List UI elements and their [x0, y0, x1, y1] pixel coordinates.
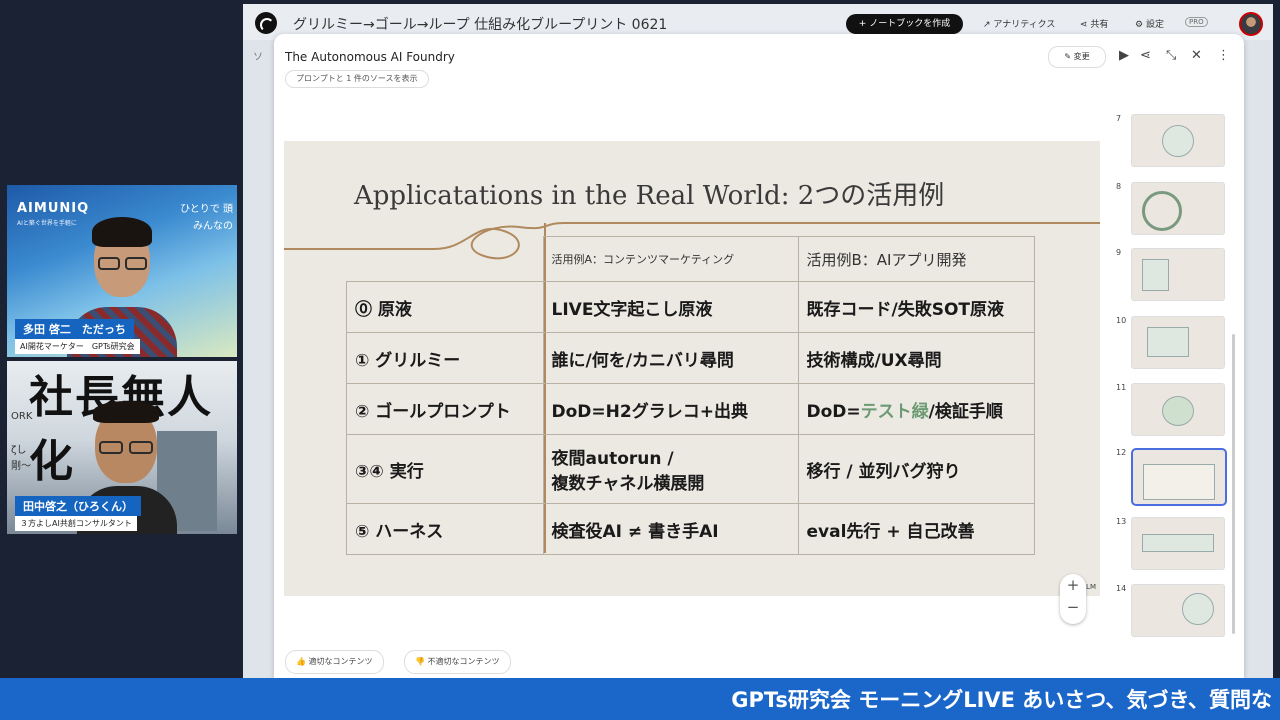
- webcam-host-2: 社長無人化 ORK ζし 剛～ 田中啓之（ひろくん） ３方よしAI共創コンサルタ…: [7, 361, 237, 534]
- banner-text: GPTs研究会 モーニングLIVE あいさつ、気づき、質問な: [731, 688, 1272, 712]
- cell-b-prefix: DoD=: [806, 401, 861, 422]
- row-label: ① グリルミー: [346, 332, 544, 384]
- bad-content-label: 不適切なコンテンツ: [427, 657, 500, 666]
- share-button[interactable]: ⋖ 共有: [1080, 17, 1108, 30]
- play-icon[interactable]: ▶: [1119, 48, 1129, 63]
- thumb-number: 11: [1116, 383, 1127, 392]
- slide-thumbnail-7[interactable]: [1131, 114, 1225, 167]
- header-use-case-b: 活用例B：AIアプリ開発: [797, 236, 1035, 282]
- thumb-number: 7: [1116, 114, 1122, 123]
- cell-a: LIVE文字起こし原液: [542, 281, 799, 333]
- slide-viewer-panel: The Autonomous AI Foundry プロンプトと 1 件のソース…: [274, 34, 1244, 678]
- background-text-3: 剛～: [11, 461, 31, 472]
- settings-label: 設定: [1145, 20, 1164, 30]
- cell-a: DoD=H2グラレコ+出典: [542, 383, 799, 435]
- cell-a: 誰に/何を/カニバリ尋問: [542, 332, 799, 384]
- share-icon: ⋖: [1080, 20, 1091, 30]
- table-row: ② ゴールプロンプト DoD=H2グラレコ+出典 DoD=テスト緑/検証手順: [346, 383, 1035, 435]
- notebooklm-logo-icon[interactable]: [255, 12, 277, 34]
- show-sources-chip[interactable]: プロンプトと 1 件のソースを表示: [285, 70, 429, 88]
- background-slogan: ひとりで 頭 みんなの: [180, 204, 233, 232]
- analytics-label: アナリティクス: [993, 20, 1056, 30]
- slide-thumbnail-9[interactable]: [1131, 248, 1225, 301]
- table-header-row: 活用例A：コンテンツマーケティング 活用例B：AIアプリ開発: [346, 236, 1035, 282]
- row-label: ② ゴールプロンプト: [346, 383, 544, 435]
- analytics-icon: ↗: [983, 20, 994, 30]
- left-panel-collapsed: ソ: [253, 52, 263, 63]
- background-text-1: ORK: [11, 411, 33, 422]
- header-use-case-a: 活用例A：コンテンツマーケティング: [542, 236, 799, 282]
- gear-icon: ⚙: [1135, 20, 1146, 30]
- zoom-out-button[interactable]: −: [1060, 596, 1086, 618]
- table-row: ① グリルミー 誰に/何を/カニバリ尋問 技術構成/UX尋問: [346, 332, 1035, 384]
- cell-b-highlight: テスト緑: [860, 401, 929, 422]
- zoom-controls: + −: [1060, 574, 1086, 624]
- guest-role-tag: ３方よしAI共創コンサルタント: [15, 516, 137, 531]
- panel-title: The Autonomous AI Foundry: [285, 50, 455, 64]
- thumb-number: 13: [1116, 517, 1127, 526]
- notebook-title[interactable]: グリルミー→ゴール→ループ 仕組み化ブループリント 0621: [293, 14, 667, 34]
- header-blank: [346, 236, 544, 282]
- thumb-number: 10: [1116, 316, 1127, 325]
- slide-12: Applicatations in the Real World: 2つの活用例…: [284, 141, 1100, 596]
- row-label: ③④ 実行: [346, 434, 544, 504]
- cell-a: 検査役AI ≠ 書き手AI: [542, 503, 799, 555]
- cell-b: eval先行 + 自己改善: [797, 503, 1035, 555]
- pencil-icon: ✎: [1064, 52, 1074, 61]
- create-notebook-button[interactable]: + ノートブックを作成: [846, 14, 963, 34]
- cell-b: DoD=テスト緑/検証手順: [797, 383, 1035, 435]
- background-text-2: ζし: [11, 445, 27, 456]
- webcam-host-1: AIMUNIQ AIと築ぐ世界を手軽に ひとりで 頭 みんなの 多田 啓二 ただ…: [7, 185, 237, 357]
- cell-b: 技術構成/UX尋問: [797, 332, 1035, 384]
- slide-thumbnail-12-selected[interactable]: [1131, 448, 1227, 506]
- thumb-number: 9: [1116, 248, 1122, 257]
- good-content-button[interactable]: 👍 適切なコンテンツ: [285, 650, 384, 674]
- user-avatar[interactable]: [1239, 12, 1263, 36]
- edit-label: 変更: [1073, 52, 1090, 61]
- good-content-label: 適切なコンテンツ: [308, 657, 373, 666]
- thumbs-down-icon: 👎: [415, 657, 428, 666]
- host-name-tag: 多田 啓二 ただっち: [15, 319, 134, 339]
- host-role-tag: AI開花マーケター GPTs研究会: [15, 339, 140, 354]
- slide-thumbnail-10[interactable]: [1131, 316, 1225, 369]
- slide-thumbnail-8[interactable]: [1131, 182, 1225, 235]
- cell-a: 夜間autorun / 複数チャネル横展開: [542, 434, 799, 504]
- analytics-button[interactable]: ↗ アナリティクス: [983, 17, 1055, 30]
- thumbs-up-icon: 👍: [296, 657, 309, 666]
- cell-b: 移行 / 並列バグ狩り: [797, 434, 1035, 504]
- table-row: ⓪ 原液 LIVE文字起こし原液 既存コード/失敗SOT原液: [346, 281, 1035, 333]
- notebook-window: グリルミー→ゴール→ループ 仕組み化ブループリント 0621 + ノートブックを…: [243, 4, 1273, 678]
- edit-button[interactable]: ✎ 変更: [1048, 46, 1106, 68]
- thumb-number: 8: [1116, 182, 1122, 191]
- row-label: ⓪ 原液: [346, 281, 544, 333]
- comparison-table: 活用例A：コンテンツマーケティング 活用例B：AIアプリ開発 ⓪ 原液 LIVE…: [346, 236, 1035, 555]
- zoom-in-button[interactable]: +: [1060, 574, 1086, 596]
- pro-badge: PRO: [1185, 17, 1208, 27]
- slide-thumbnail-13[interactable]: [1131, 517, 1225, 570]
- collapse-icon[interactable]: ⤡: [1166, 48, 1176, 63]
- thumb-number: 14: [1116, 584, 1127, 593]
- live-banner: GPTs研究会 モーニングLIVE あいさつ、気づき、質問な: [0, 678, 1280, 720]
- settings-button[interactable]: ⚙ 設定: [1135, 17, 1164, 30]
- thumbnail-scrollbar[interactable]: [1232, 334, 1235, 634]
- table-row: ⑤ ハーネス 検査役AI ≠ 書き手AI eval先行 + 自己改善: [346, 503, 1035, 555]
- share-label: 共有: [1090, 20, 1109, 30]
- close-icon[interactable]: ✕: [1191, 48, 1202, 63]
- slide-thumbnail-14[interactable]: [1131, 584, 1225, 637]
- table-row: ③④ 実行 夜間autorun / 複数チャネル横展開 移行 / 並列バグ狩り: [346, 434, 1035, 504]
- brand-logo: AIMUNIQ: [17, 201, 90, 216]
- thumb-number: 12: [1116, 448, 1127, 457]
- cell-b-suffix: /検証手順: [928, 401, 1003, 422]
- slide-thumbnail-11[interactable]: [1131, 383, 1225, 436]
- more-menu-icon[interactable]: ⋮: [1217, 48, 1230, 63]
- slide-title: Applicatations in the Real World: 2つの活用例: [354, 181, 945, 211]
- cell-b: 既存コード/失敗SOT原液: [797, 281, 1035, 333]
- bad-content-button[interactable]: 👎 不適切なコンテンツ: [404, 650, 511, 674]
- guest-name-tag: 田中啓之（ひろくん）: [15, 496, 141, 516]
- share-icon[interactable]: ⋖: [1140, 48, 1151, 63]
- row-label: ⑤ ハーネス: [346, 503, 544, 555]
